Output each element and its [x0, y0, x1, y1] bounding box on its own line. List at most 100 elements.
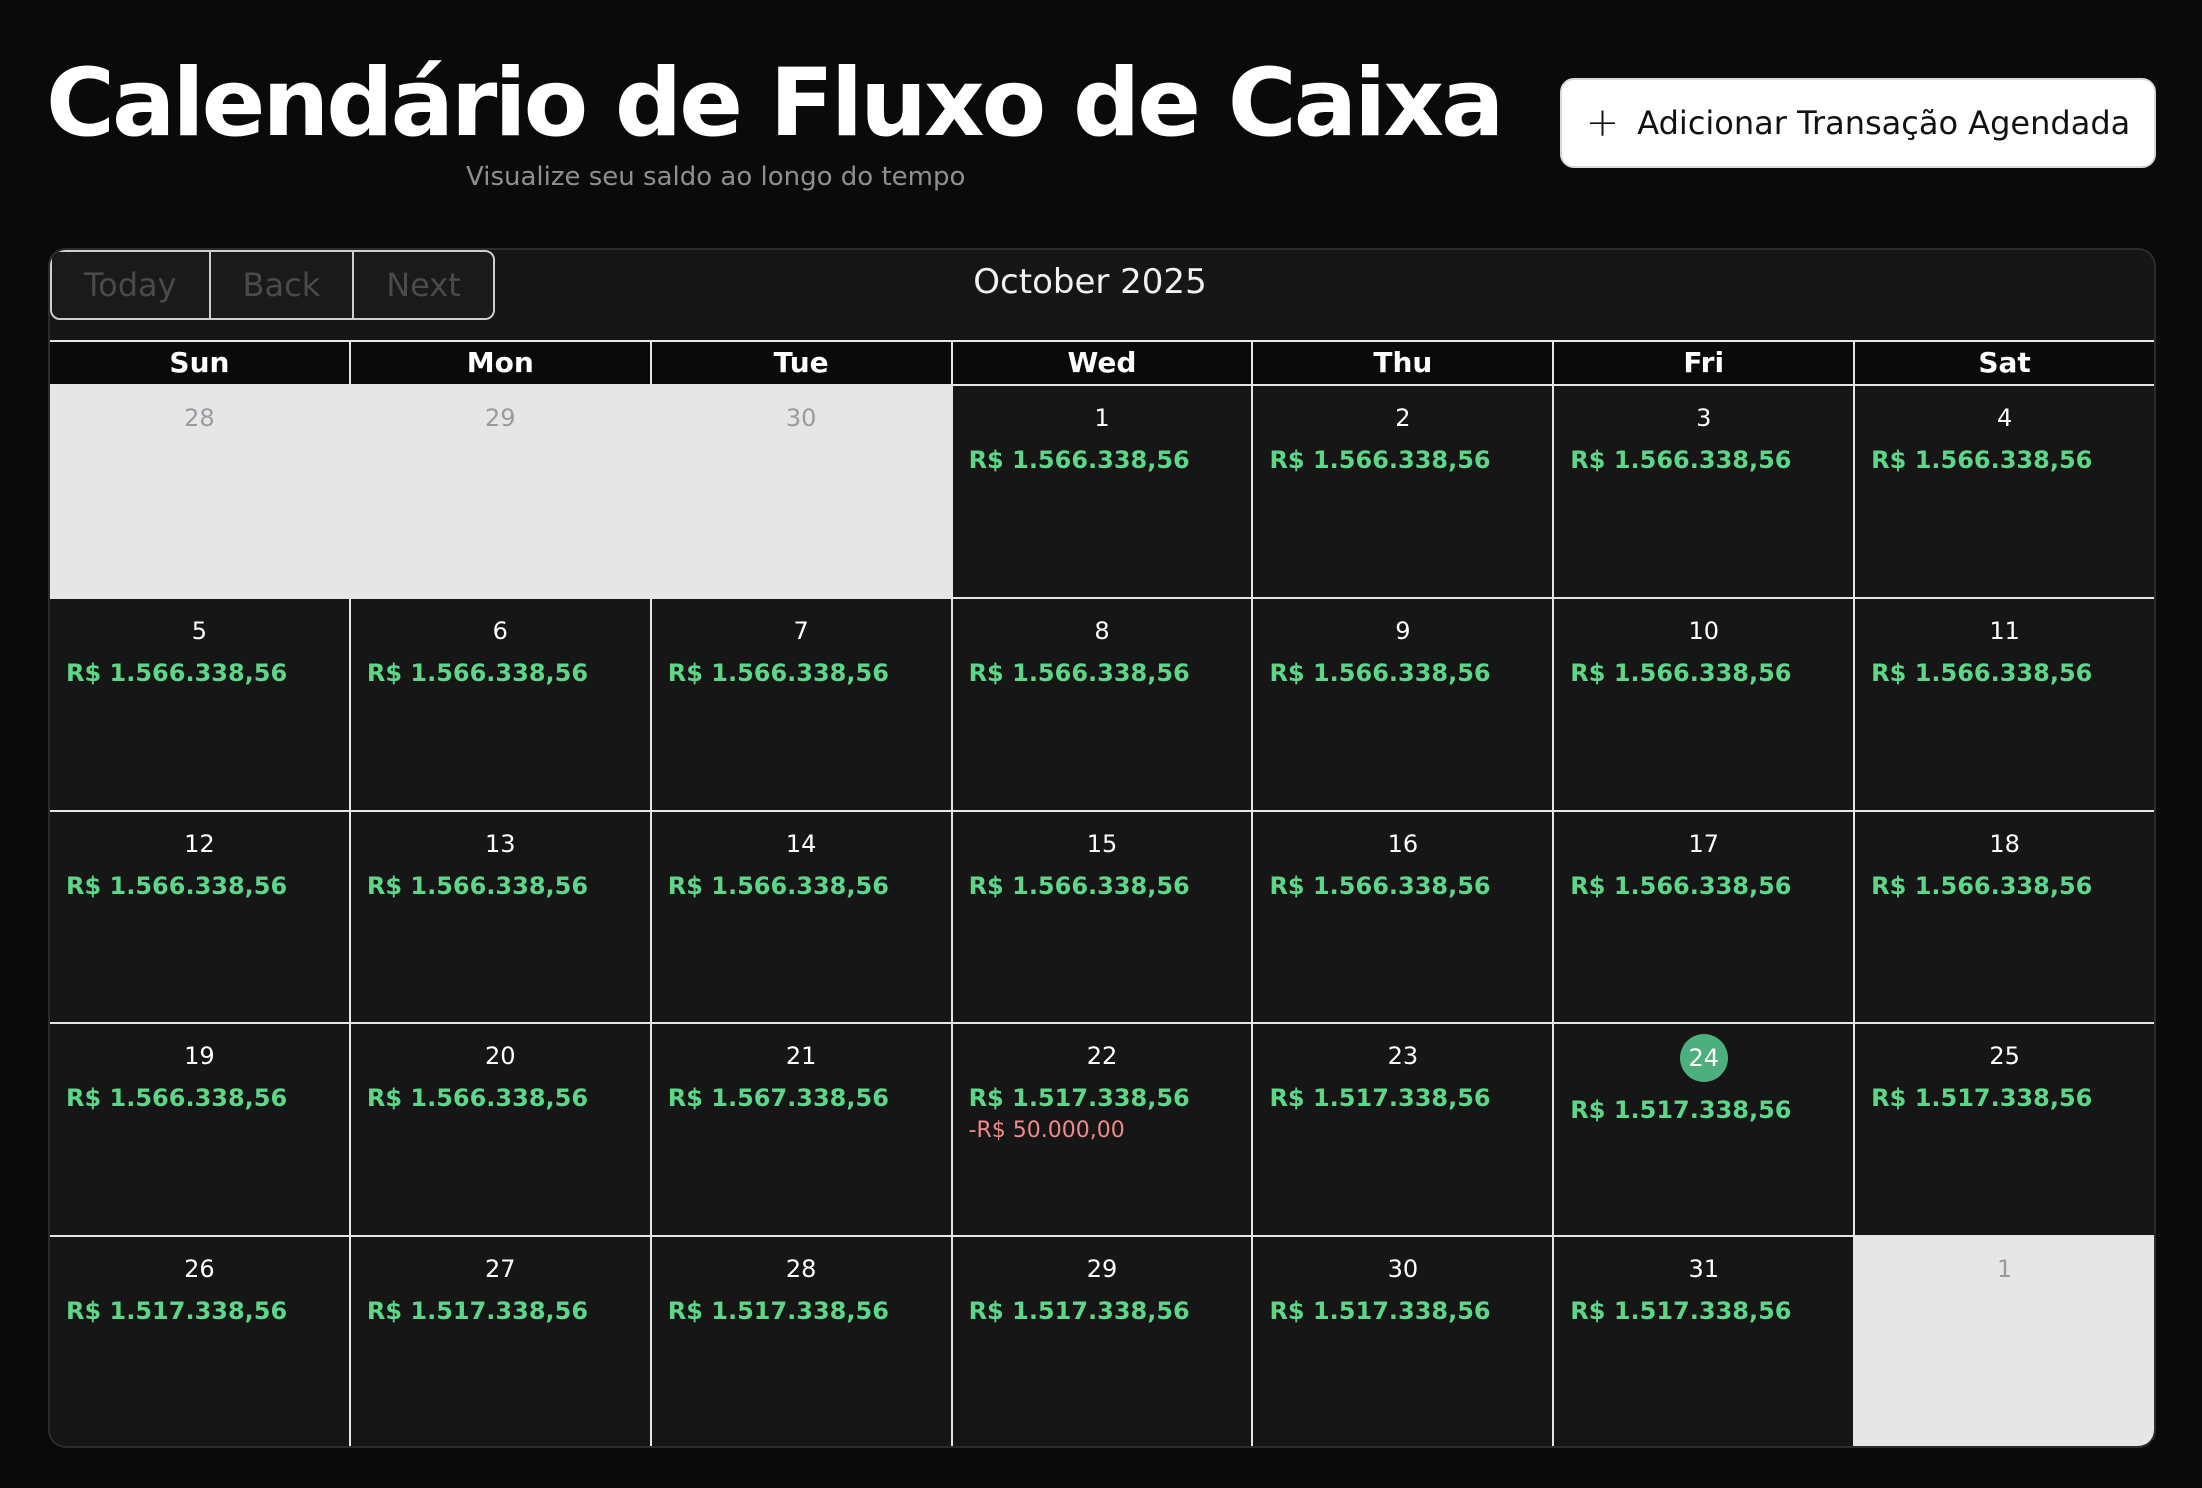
weekday-header: Sat — [1978, 346, 2031, 379]
day-balance: R$ 1.517.338,56 — [667, 1297, 889, 1326]
add-button-label: Adicionar Transação Agendada — [1637, 104, 2131, 142]
day-number: 5 — [191, 616, 208, 645]
day-balance: R$ 1.566.338,56 — [1871, 871, 2093, 900]
day-number: 20 — [485, 1042, 516, 1071]
day-cell[interactable]: 8 R$ 1.566.338,56 — [952, 598, 1254, 810]
day-cell-off-range[interactable]: 29 — [350, 386, 652, 597]
day-balance: R$ 1.566.338,56 — [1269, 658, 1491, 687]
day-cell[interactable]: 17 R$ 1.566.338,56 — [1554, 811, 1856, 1023]
day-balance: R$ 1.566.338,56 — [1871, 658, 2093, 687]
day-cell[interactable]: 16 R$ 1.566.338,56 — [1253, 811, 1555, 1023]
day-number: 28 — [184, 404, 215, 432]
week-row: 26 R$ 1.517.338,56 27 R$ 1.517.338,56 28 R$ 1… — [50, 1237, 2154, 1446]
day-balance: R$ 1.517.338,56 — [1570, 1096, 1792, 1125]
day-cell[interactable]: 20 R$ 1.566.338,56 — [350, 1024, 652, 1236]
weekday-header: Thu — [1253, 342, 1555, 384]
weekday-header: Sun — [50, 342, 351, 384]
weekday-header: Mon — [351, 342, 652, 384]
day-cell[interactable]: 19 R$ 1.566.338,56 — [50, 1024, 351, 1236]
day-cell[interactable]: 10 R$ 1.566.338,56 — [1554, 598, 1856, 810]
day-number: 4 — [1996, 404, 2013, 432]
day-cell[interactable]: 29 R$ 1.517.338,56 — [952, 1237, 1254, 1446]
day-cell-off-range[interactable]: 1 — [1855, 1237, 2154, 1446]
day-number: 24 — [1679, 1034, 1728, 1083]
day-balance: R$ 1.517.338,56 — [968, 1297, 1190, 1326]
day-balance: R$ 1.566.338,56 — [366, 1084, 589, 1113]
day-cell[interactable]: 28 R$ 1.517.338,56 — [651, 1237, 953, 1446]
day-cell-off-range[interactable]: 30 — [651, 386, 953, 597]
day-balance: R$ 1.517.338,56 — [1269, 1084, 1491, 1113]
day-cell[interactable]: 11 R$ 1.566.338,56 — [1855, 598, 2154, 810]
day-cell[interactable]: 27 R$ 1.517.338,56 — [350, 1237, 652, 1446]
day-balance: R$ 1.566.338,56 — [1570, 446, 1792, 474]
day-balance: R$ 1.517.338,56 — [1871, 1084, 2093, 1113]
day-balance: R$ 1.517.338,56 — [366, 1297, 589, 1326]
day-cell[interactable]: 7 R$ 1.566.338,56 — [651, 598, 953, 810]
day-cell[interactable]: 15 R$ 1.566.338,56 — [952, 811, 1254, 1023]
weeks-container: 28 29 30 1 R$ 1.566.338,56 2 R$ 1.566.338,56 3 R… — [50, 386, 2154, 1446]
day-number: 25 — [1989, 1042, 2020, 1071]
day-balance: R$ 1.566.338,56 — [968, 658, 1190, 687]
day-number: 8 — [1094, 616, 1110, 645]
day-number: 27 — [485, 1255, 516, 1284]
day-cell[interactable]: 30 R$ 1.517.338,56 — [1253, 1237, 1555, 1446]
day-balance: R$ 1.566.338,56 — [366, 658, 589, 687]
day-balance: R$ 1.517.338,56 — [968, 1084, 1190, 1113]
day-balance: R$ 1.566.338,56 — [667, 658, 889, 687]
day-number: 26 — [184, 1255, 215, 1284]
day-number: 10 — [1688, 616, 1719, 645]
day-cell[interactable]: 26 R$ 1.517.338,56 — [50, 1237, 351, 1446]
day-number: 12 — [184, 829, 215, 858]
day-number: 13 — [485, 829, 516, 858]
page-header: Calendário de Fluxo de Caixa Visualize s… — [0, 0, 2202, 240]
day-balance: R$ 1.566.338,56 — [968, 446, 1190, 474]
day-number: 6 — [492, 616, 508, 645]
day-cell[interactable]: 5 R$ 1.566.338,56 — [50, 598, 351, 810]
page-subtitle: Visualize seu saldo ao longo do tempo — [466, 162, 966, 192]
month-view: Sun Mon Tue Wed Thu Fri Sat 28 29 30 1 R$ 1.… — [50, 340, 2154, 1446]
back-button[interactable]: Back — [210, 252, 355, 318]
day-balance: R$ 1.566.338,56 — [66, 658, 288, 687]
day-cell-off-range[interactable]: 28 — [50, 386, 351, 597]
next-button[interactable]: Next — [354, 252, 493, 318]
day-balance: R$ 1.567.338,56 — [667, 1084, 889, 1113]
day-balance: R$ 1.566.338,56 — [366, 871, 589, 900]
day-cell[interactable]: 1 R$ 1.566.338,56 — [952, 386, 1254, 597]
day-cell[interactable]: 4 R$ 1.566.338,56 — [1855, 386, 2154, 597]
day-cell[interactable]: 21 R$ 1.567.338,56 — [651, 1024, 953, 1236]
day-cell[interactable]: 2 R$ 1.566.338,56 — [1253, 386, 1555, 597]
day-cell[interactable]: 9 R$ 1.566.338,56 — [1253, 598, 1555, 810]
day-cell[interactable]: 13 R$ 1.566.338,56 — [350, 811, 652, 1023]
day-balance: R$ 1.566.338,56 — [66, 1084, 288, 1113]
day-number: 29 — [485, 404, 516, 432]
day-cell[interactable]: 3 R$ 1.566.338,56 — [1554, 386, 1856, 597]
page-title: Calendário de Fluxo de Caixa — [46, 49, 1504, 158]
day-cell-today[interactable]: 24 R$ 1.517.338,56 — [1554, 1024, 1856, 1236]
day-balance: R$ 1.566.338,56 — [1570, 658, 1792, 687]
day-balance: R$ 1.566.338,56 — [1269, 446, 1491, 474]
day-balance: R$ 1.566.338,56 — [1871, 446, 2093, 474]
day-cell[interactable]: 18 R$ 1.566.338,56 — [1855, 811, 2154, 1023]
day-balance: R$ 1.517.338,56 — [1570, 1297, 1792, 1326]
day-number: 15 — [1086, 829, 1118, 858]
day-cell[interactable]: 22 R$ 1.517.338,56 -R$ 50.000,00 — [952, 1024, 1254, 1236]
day-number: 29 — [1086, 1255, 1118, 1284]
day-cell[interactable]: 31 R$ 1.517.338,56 — [1554, 1237, 1856, 1446]
day-balance: R$ 1.566.338,56 — [66, 871, 288, 900]
day-cell[interactable]: 14 R$ 1.566.338,56 — [651, 811, 953, 1023]
add-scheduled-transaction-button[interactable]: + Adicionar Transação Agendada — [1560, 78, 2156, 168]
day-cell[interactable]: 23 R$ 1.517.338,56 — [1253, 1024, 1555, 1236]
day-number: 16 — [1387, 829, 1419, 858]
day-number: 2 — [1395, 404, 1411, 432]
week-row: 28 29 30 1 R$ 1.566.338,56 2 R$ 1.566.338,56 3 R… — [50, 386, 2154, 599]
day-cell[interactable]: 12 R$ 1.566.338,56 — [50, 811, 351, 1023]
today-button[interactable]: Today — [52, 252, 211, 318]
day-cell[interactable]: 6 R$ 1.566.338,56 — [350, 598, 652, 810]
day-transaction-expense[interactable]: -R$ 50.000,00 — [969, 1118, 1236, 1143]
weekday-header: Wed — [953, 342, 1254, 384]
week-row: 12 R$ 1.566.338,56 13 R$ 1.566.338,56 14 R$ 1… — [50, 811, 2154, 1025]
day-balance: R$ 1.517.338,56 — [66, 1297, 288, 1326]
day-number: 22 — [1086, 1042, 1118, 1071]
day-number: 1 — [1094, 404, 1110, 432]
day-cell[interactable]: 25 R$ 1.517.338,56 — [1855, 1024, 2154, 1236]
